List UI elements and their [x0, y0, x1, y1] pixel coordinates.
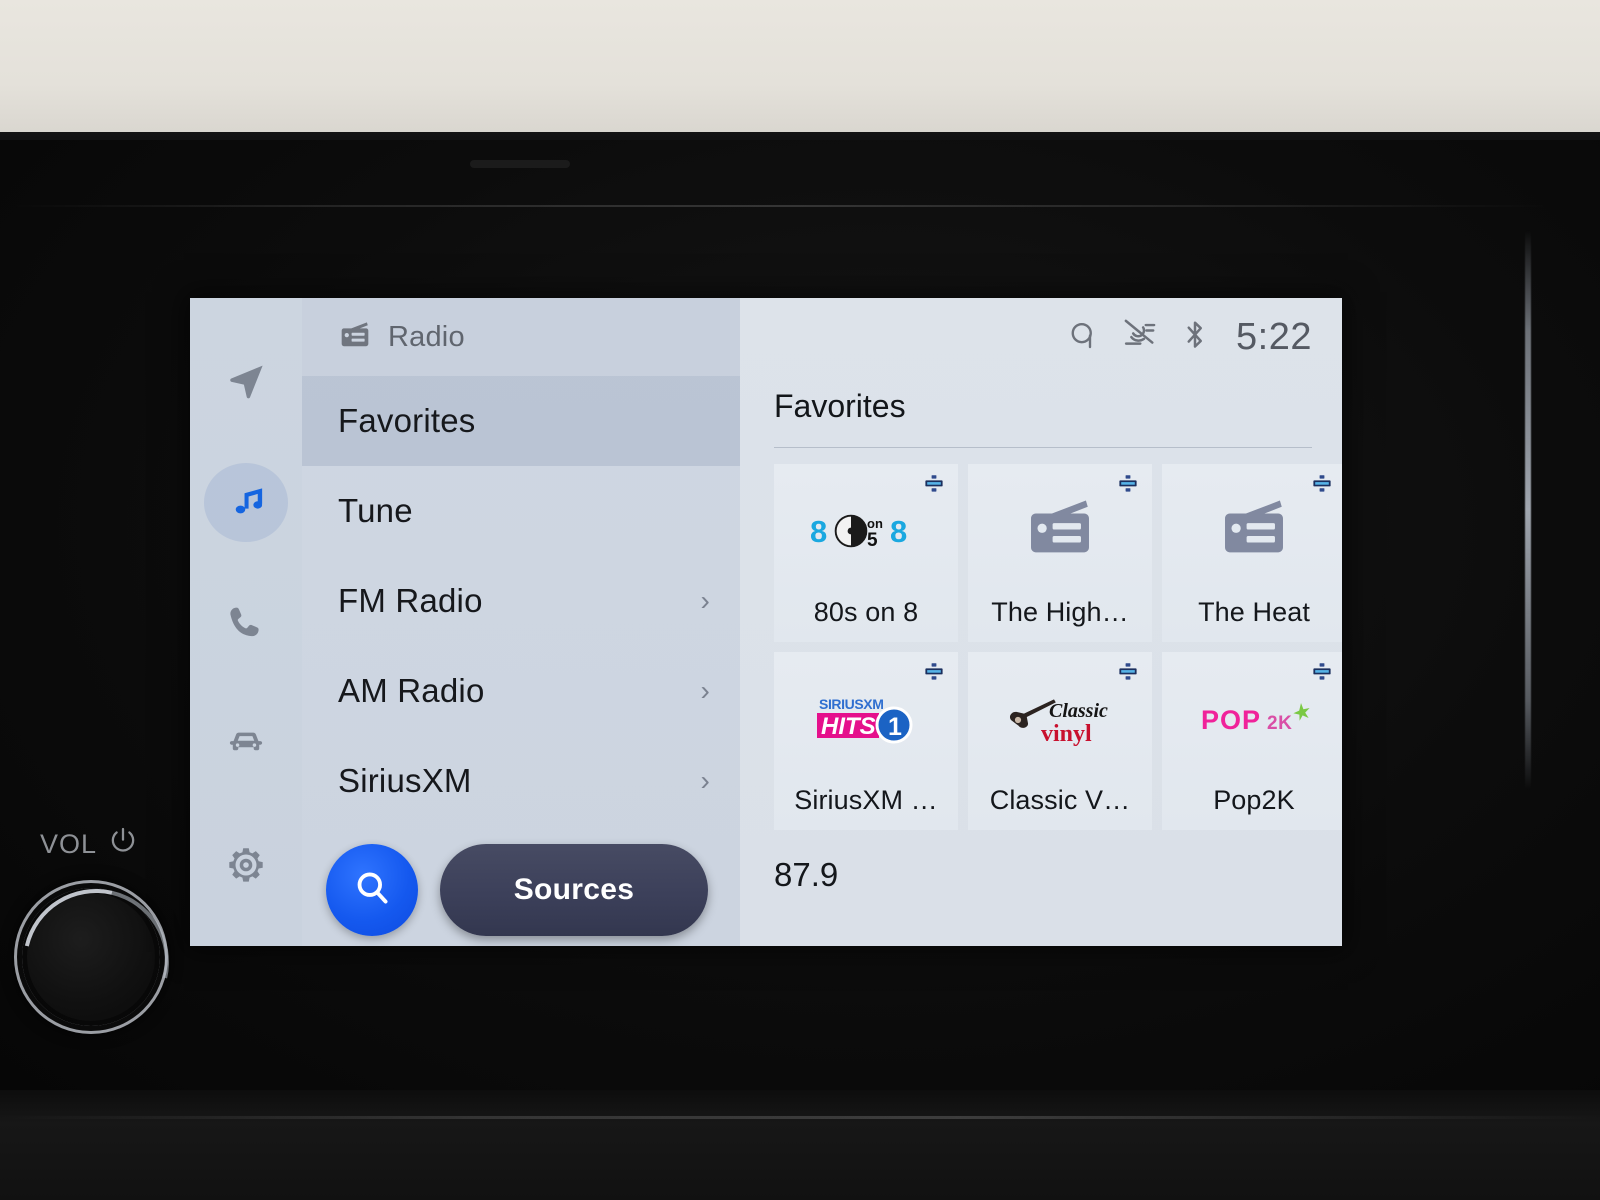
classic-vinyl-logo-icon: Classic vinyl [1001, 691, 1119, 747]
photo-scene: VOL Radio Favorites Tune FM Radio › AM R… [0, 0, 1600, 1200]
sources-button-label: Sources [513, 873, 635, 906]
power-icon[interactable] [107, 825, 139, 864]
wireless-charging-qi-icon [1068, 318, 1098, 357]
siriusxm-hits-1-logo-icon: SIRIUSXM HITS 1 [811, 692, 921, 746]
siriusxm-satellite-badge-icon [924, 474, 944, 499]
list-item-label: Favorites [338, 402, 476, 439]
list-item-am-radio[interactable]: AM Radio › [302, 646, 740, 736]
tile-label: 80s on 8 [813, 597, 919, 627]
favorites-grid: 8 on 5 8 80s on 8 The High… The Heat SIR… [774, 464, 1342, 830]
music-note-icon [224, 480, 268, 524]
list-item-label: AM Radio [338, 672, 485, 709]
radio-icon [1217, 491, 1291, 570]
favorite-tile[interactable]: The High… [968, 464, 1152, 642]
svg-text:HITS: HITS [821, 713, 876, 740]
tile-label: The High… [991, 597, 1129, 627]
bezel-sensor-notch [470, 160, 570, 168]
pop2k-logo-icon: POP 2K [1195, 697, 1313, 741]
sidebar-item-phone[interactable] [204, 584, 288, 663]
source-panel-footer: Sources [302, 834, 740, 946]
volume-knob[interactable] [22, 888, 160, 1026]
list-item-siriusxm[interactable]: SiriusXM › [302, 736, 740, 826]
volume-cluster: VOL [22, 810, 192, 1040]
navigation-arrow-icon [225, 360, 267, 402]
radio-icon [1023, 491, 1097, 570]
favorite-tile[interactable]: Classic vinyl Classic V… [968, 652, 1152, 830]
list-item-label: Tune [338, 492, 413, 529]
sources-button[interactable]: Sources [440, 844, 708, 936]
svg-text:1: 1 [888, 713, 902, 741]
favorite-tile[interactable]: POP 2K Pop2K [1162, 652, 1342, 830]
favorite-tile[interactable]: SIRIUSXM HITS 1 SiriusXM … [774, 652, 958, 830]
list-item-label: SiriusXM [338, 762, 472, 799]
chevron-right-icon: › [700, 765, 710, 796]
siriusxm-satellite-badge-icon [1312, 474, 1332, 499]
svg-text:2K: 2K [1267, 713, 1292, 734]
list-item-fm-radio[interactable]: FM Radio › [302, 556, 740, 646]
chevron-right-icon: › [700, 585, 710, 616]
search-icon [350, 866, 394, 915]
status-bar: 5:22 [740, 298, 1342, 376]
tile-label: Classic V… [989, 785, 1131, 815]
source-panel-header: Radio [302, 298, 740, 376]
siriusxm-satellite-badge-icon [1118, 662, 1138, 687]
svg-text:vinyl: vinyl [1041, 721, 1092, 747]
bluetooth-icon [1182, 318, 1208, 357]
svg-text:Classic: Classic [1049, 700, 1108, 722]
source-list: Favorites Tune FM Radio › AM Radio › Sir… [302, 376, 740, 834]
siriusxm-satellite-badge-icon [1312, 662, 1332, 687]
list-item-label: FM Radio [338, 582, 483, 619]
source-list-panel: Radio Favorites Tune FM Radio › AM Radio [302, 298, 740, 946]
svg-text:8: 8 [810, 514, 827, 549]
list-item-tune[interactable]: Tune [302, 466, 740, 556]
favorite-tile[interactable]: The Heat [1162, 464, 1342, 642]
bezel-highlight [10, 205, 1550, 207]
favorites-heading: Favorites [774, 388, 906, 424]
radio-icon [338, 318, 372, 357]
sidebar-item-media[interactable] [204, 462, 288, 542]
list-item-favorites[interactable]: Favorites [302, 376, 740, 466]
siriusxm-satellite-badge-icon [924, 662, 944, 687]
tile-label: Pop2K [1213, 785, 1295, 815]
sidebar-item-settings[interactable] [204, 825, 288, 904]
dashboard-bottom-edge [0, 1090, 1600, 1200]
phone-icon [225, 602, 267, 644]
gear-icon [225, 844, 267, 886]
chevron-right-icon: › [700, 675, 710, 706]
source-panel-title: Radio [388, 320, 465, 353]
car-icon [224, 722, 268, 766]
clock: 5:22 [1236, 315, 1312, 358]
section-divider [774, 447, 1312, 448]
background-wall [0, 0, 1600, 140]
svg-text:POP: POP [1201, 705, 1261, 735]
content-pane: 5:22 Favorites 8 on 5 8 80s on 8 The Hig… [740, 298, 1342, 946]
infotainment-screen: Radio Favorites Tune FM Radio › AM Radio [190, 298, 1342, 946]
volume-label-group: VOL [40, 825, 139, 864]
favorite-tile[interactable]: 8 on 5 8 80s on 8 [774, 464, 958, 642]
volume-label: VOL [40, 829, 98, 859]
siriusxm-satellite-badge-icon [1118, 474, 1138, 499]
svg-text:on: on [867, 516, 883, 531]
svg-text:SIRIUSXM: SIRIUSXM [819, 696, 883, 712]
microphone-muted-icon [1120, 318, 1160, 357]
tile-label: The Heat [1198, 597, 1310, 627]
bezel-right-trim [1525, 230, 1531, 790]
app-rail [190, 298, 302, 946]
sidebar-item-navigation[interactable] [204, 342, 288, 421]
tile-label: SiriusXM … [794, 785, 938, 815]
svg-text:5: 5 [867, 530, 878, 551]
now-playing-frequency: 87.9 [774, 856, 839, 893]
80s-on-8-logo-icon: 8 on 5 8 [810, 511, 922, 551]
search-button[interactable] [326, 844, 418, 936]
sidebar-item-vehicle[interactable] [204, 704, 288, 783]
svg-text:8: 8 [890, 514, 907, 549]
